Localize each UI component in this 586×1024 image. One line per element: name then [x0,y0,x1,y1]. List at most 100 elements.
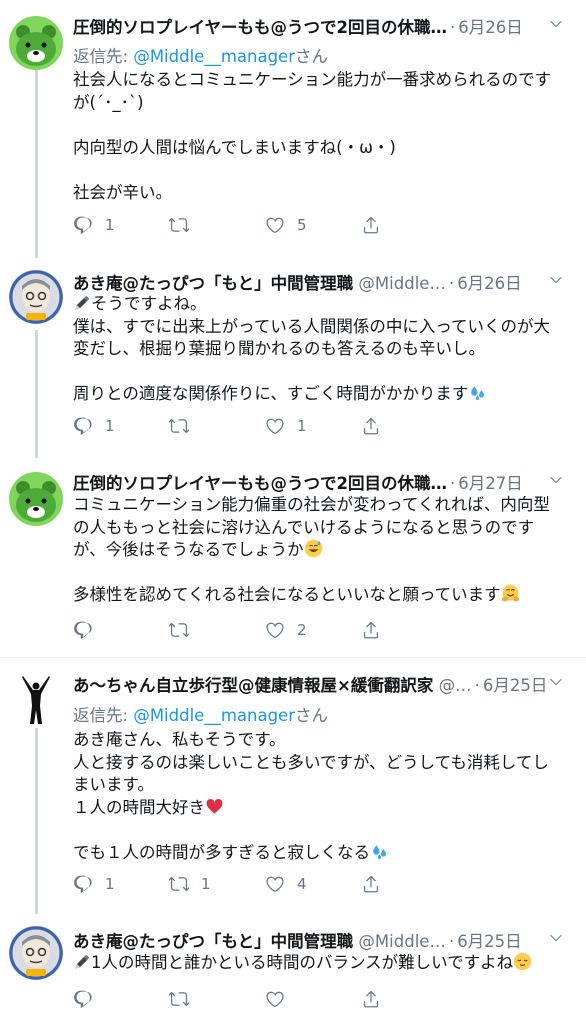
tweet-header: あき庵@たっぴつ「もと」中間管理職 @Middle… · 6月26日 [73,270,572,294]
display-name[interactable]: 圧倒的ソロプレイヤーもも@うつで2回目の休職… [73,14,447,38]
like-icon [265,620,285,640]
reply-to: 返信先: @Middle__managerさん [73,43,328,67]
reply-button[interactable]: 1 [73,414,115,438]
display-name[interactable]: あき庵@たっぴつ「もと」中間管理職 [73,270,353,294]
tweet-header: あき庵@たっぴつ「もと」中間管理職 @Middle… · 6月25日 [73,928,572,952]
retweet-icon [169,416,189,436]
tweet-line: 周りとの適度な関係作りに、すごく時間がかかります [73,383,572,406]
tweet-line: 人と接するのは楽しいことも多いですが、どうしても消耗してし [73,752,549,772]
tweet-date[interactable]: 6月26日 [457,274,522,293]
tweet-line-text: １人の時間大好き [73,797,205,817]
retweet-button[interactable] [169,987,201,1011]
like-button[interactable]: 2 [265,618,307,642]
avatar-bear[interactable] [9,472,63,526]
tweet-line: 変だし、根掘り葉掘り聞かれるのも答えるのも辛いし。 [73,339,486,358]
retweet-count: 1 [201,875,211,893]
retweet-icon [169,989,189,1009]
share-button[interactable] [361,618,381,642]
separator-dot: · [474,676,480,695]
reply-icon [73,620,93,640]
retweet-icon [169,874,189,894]
tweet-line: そうですよね。 [73,293,572,316]
reply-button[interactable] [73,618,105,642]
reply-button[interactable]: 1 [73,213,115,237]
like-icon [265,989,285,1009]
like-button[interactable]: 5 [265,213,307,237]
reply-count: 1 [105,875,115,893]
reply-mention-link[interactable]: @Middle__manager [133,706,295,725]
share-icon [361,215,381,235]
tweet-line: 内向型の人間は悩んでしまいますね(・ω・) [73,137,396,157]
tweet-date[interactable]: 6月26日 [458,18,523,37]
tweet-5[interactable]: あき庵@たっぴつ「もと」中間管理職 @Middle… · 6月25日 1人の時間と誰… [0,914,586,1024]
share-button[interactable] [361,872,381,896]
tweet-text: 1人の時間と誰かといる時間のバランスが難しいですよね [73,952,572,975]
reply-to-prefix: 返信先: [73,706,129,725]
reply-count: 1 [105,216,115,234]
tweet-line-text: そうですよね。 [91,294,207,313]
caret-down-icon[interactable] [548,930,564,946]
user-handle[interactable]: @Middle… [358,274,446,293]
display-name[interactable]: 圧倒的ソロプレイヤーもも@うつで2回目の休職… [73,470,447,494]
tweet-line: 多様性を認めてくれる社会になるといいなと願っています [73,584,572,607]
display-name[interactable]: あき庵@たっぴつ「もと」中間管理職 [73,928,353,952]
share-button[interactable] [361,987,381,1011]
tweet-date[interactable]: 6月25日 [483,676,548,695]
caret-down-icon[interactable] [548,272,564,288]
reply-icon [73,416,93,436]
thread-line [35,70,38,258]
reply-to-suffix: さん [294,706,328,725]
avatar-portrait[interactable] [9,926,63,980]
like-count: 5 [297,216,307,234]
tweet-line: 社会が辛い。 [73,182,172,202]
caret-down-icon[interactable] [548,472,564,488]
like-button[interactable] [265,987,297,1011]
reply-icon [73,874,93,894]
tweet-1[interactable]: 圧倒的ソロプレイヤーもも@うつで2回目の休職… · 6月26日 返信先: @Midd… [0,0,586,258]
user-handle[interactable]: @Middle… [358,932,446,951]
tweet-date[interactable]: 6月25日 [457,932,522,951]
tweet-4[interactable]: あ〜ちゃん自立歩行型@健康情報屋×緩衝翻訳家 @… · 6月25日 返信先: @Mi… [0,658,586,914]
share-button[interactable] [361,213,381,237]
like-icon [265,874,285,894]
tweet-2[interactable]: あき庵@たっぴつ「もと」中間管理職 @Middle… · 6月26日 そうですよね。… [0,258,586,458]
avatar-portrait[interactable] [9,270,63,324]
display-name[interactable]: あ〜ちゃん自立歩行型@健康情報屋×緩衝翻訳家 [73,672,433,696]
avatar-bear[interactable] [9,16,63,70]
retweet-button[interactable]: 1 [169,872,211,896]
tweet-line: コミュニケーション能力偏重の社会が変わってくれれば、内向型 [73,495,550,514]
separator-dot: · [450,18,456,37]
retweet-button[interactable] [169,213,201,237]
reply-button[interactable]: 1 [73,872,115,896]
tweet-line [73,159,572,182]
reply-to-suffix: さん [294,47,328,66]
tweet-line: が(´･_･`) [73,92,144,112]
retweet-button[interactable] [169,414,201,438]
reply-mention-link[interactable]: @Middle__manager [133,47,295,66]
thread-line [35,330,38,458]
like-icon [265,215,285,235]
reply-button[interactable] [73,987,105,1011]
tweet-line-text: でも１人の時間が多すぎると寂しくなる [73,842,370,862]
tweet-line: でも１人の時間が多すぎると寂しくなる [73,842,572,865]
reply-count: 1 [105,417,115,435]
like-button[interactable]: 4 [265,872,307,896]
sweat-droplets-icon [468,383,487,402]
separator-dot: · [450,474,456,493]
like-icon [265,416,285,436]
tweet-date[interactable]: 6月27日 [458,474,523,493]
tweet-line-text: 周りとの適度な関係作りに、すごく時間がかかります [73,384,469,403]
caret-down-icon[interactable] [548,674,564,690]
separator-dot: · [448,274,455,293]
caret-down-icon[interactable] [548,16,564,32]
tweet-line: １人の時間大好き [73,797,572,820]
avatar-silhouette[interactable] [9,672,63,726]
share-button[interactable] [361,414,381,438]
tweet-3[interactable]: 圧倒的ソロプレイヤーもも@うつで2回目の休職… · 6月27日 コミュニケーション能… [0,458,586,656]
user-handle[interactable]: @… [439,676,472,695]
share-icon [361,620,381,640]
retweet-button[interactable] [169,618,201,642]
sweat-smile-icon [304,539,322,558]
thread-line [35,728,38,914]
like-button[interactable]: 1 [265,414,307,438]
